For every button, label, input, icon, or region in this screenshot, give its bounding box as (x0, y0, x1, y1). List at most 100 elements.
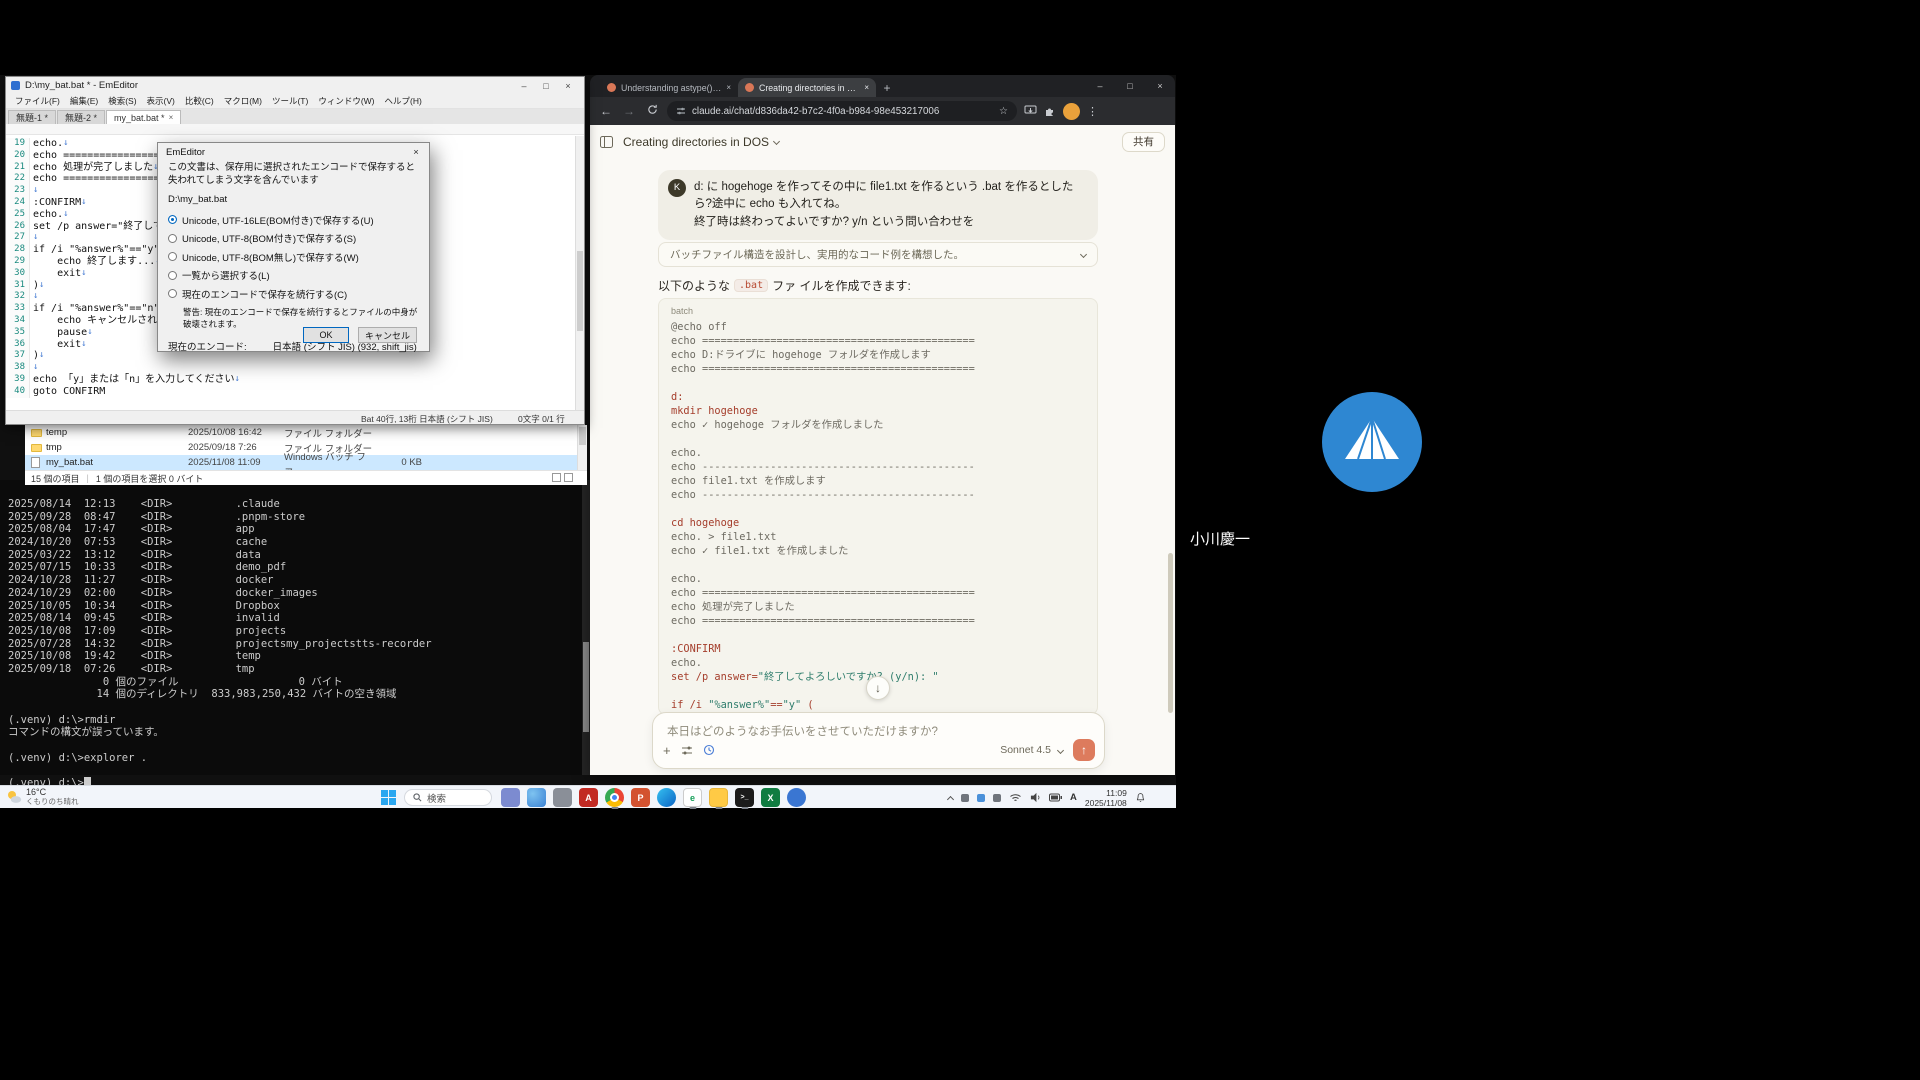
extensions-icon[interactable] (1044, 105, 1056, 117)
ok-button[interactable]: OK (303, 327, 349, 343)
taskbar-app-excel[interactable]: X (760, 786, 781, 809)
close-icon[interactable]: × (557, 81, 579, 91)
thinking-summary[interactable]: バッチファイル構造を設計し、実用的なコード例を構想した。 (658, 242, 1098, 267)
reload-icon[interactable] (644, 104, 660, 118)
chevron-down-icon[interactable] (773, 138, 780, 145)
intro-text: ファ イルを作成できます: (772, 277, 911, 294)
editor-scrollbar-thumb[interactable] (577, 251, 583, 331)
history-clock-icon[interactable] (703, 744, 715, 756)
editor-tab[interactable]: 無題-1 * (8, 110, 56, 124)
speaker-icon[interactable] (1030, 792, 1041, 803)
file-row[interactable]: temp2025/10/08 16:42ファイル フォルダー (25, 425, 587, 440)
profile-avatar[interactable] (1063, 103, 1080, 120)
menu-item[interactable]: 検索(S) (103, 95, 141, 107)
editor-tab[interactable]: 無題-2 * (57, 110, 105, 124)
emeditor-titlebar[interactable]: D:\my_bat.bat * - EmEditor – □ × (6, 77, 584, 94)
search-label: 検索 (427, 791, 446, 805)
encoding-option[interactable]: Unicode, UTF-16LE(BOM付き)で保存する(U) (168, 213, 419, 227)
menu-item[interactable]: 編集(E) (65, 95, 103, 107)
message-composer[interactable]: 本日はどのようなお手伝いをさせていただけますか? + Sonnet 4.5 ↑ (652, 712, 1105, 769)
scroll-to-bottom-button[interactable]: ↓ (866, 676, 890, 700)
site-settings-icon[interactable] (676, 106, 686, 116)
folder-icon (31, 444, 42, 452)
start-button[interactable] (378, 787, 399, 808)
menu-item[interactable]: 比較(C) (180, 95, 219, 107)
menu-item[interactable]: 表示(V) (142, 95, 180, 107)
dialog-titlebar[interactable]: EmEditor × (158, 143, 429, 161)
file-row[interactable]: my_bat.bat2025/11/08 11:09Windows バッチ ファ… (25, 455, 587, 470)
taskbar-app-photos[interactable] (526, 786, 547, 809)
taskbar-app-settings[interactable] (552, 786, 573, 809)
url-text[interactable]: claude.ai/chat/d836da42-b7c2-4f0a-b984-9… (692, 106, 993, 117)
editor-scrollbar[interactable] (575, 136, 584, 410)
install-icon[interactable] (1024, 105, 1037, 117)
encoding-option[interactable]: Unicode, UTF-8(BOM付き)で保存する(S) (168, 231, 419, 245)
address-bar[interactable]: claude.ai/chat/d836da42-b7c2-4f0a-b984-9… (667, 101, 1017, 121)
browser-tab[interactable]: Creating directories in DOS - C...× (738, 78, 876, 97)
tab-close-icon[interactable]: × (726, 83, 731, 92)
minimize-icon[interactable]: – (1085, 81, 1115, 91)
tray-icon[interactable] (961, 794, 969, 802)
code-line: echo 処理が完了しました (671, 600, 1085, 614)
taskbar-app-powerpoint[interactable]: P (630, 786, 651, 809)
browser-menu-icon[interactable]: ⋮ (1087, 105, 1098, 118)
notification-bell-icon[interactable] (1135, 792, 1146, 803)
encoding-option[interactable]: 現在のエンコードで保存を続行する(C) (168, 287, 419, 301)
wifi-icon[interactable] (1009, 792, 1022, 803)
dialog-close-icon[interactable]: × (403, 147, 429, 158)
taskbar-app-task-view[interactable] (500, 786, 521, 809)
composer-placeholder[interactable]: 本日はどのようなお手伝いをさせていただけますか? (653, 713, 1104, 739)
maximize-icon[interactable]: □ (1115, 81, 1145, 91)
editor-tab[interactable]: my_bat.bat *× (106, 110, 181, 124)
menu-item[interactable]: ヘルプ(H) (380, 95, 427, 107)
battery-icon[interactable] (1049, 793, 1062, 802)
close-icon[interactable]: × (1145, 81, 1175, 91)
taskbar-app-chrome[interactable] (604, 786, 625, 809)
menu-item[interactable]: ウィンドウ(W) (313, 95, 379, 107)
model-selector[interactable]: Sonnet 4.5 (1000, 744, 1063, 756)
browser-tab[interactable]: Understanding astype() meth...× (600, 78, 738, 97)
tray-icon[interactable] (993, 794, 1001, 802)
taskbar-app-terminal[interactable]: >_ (734, 786, 755, 809)
conversation-title[interactable]: Creating directories in DOS (623, 135, 769, 149)
taskbar-app-emeditor[interactable]: e (682, 786, 703, 809)
tray-overflow-icon[interactable] (947, 795, 954, 802)
taskbar-app-media[interactable] (786, 786, 807, 809)
minimize-icon[interactable]: – (513, 81, 535, 91)
terminal-window[interactable]: 2025/08/14 12:13 <DIR> .claude2025/09/28… (0, 480, 590, 775)
encoding-option[interactable]: 一覧から選択する(L) (168, 268, 419, 282)
share-button[interactable]: 共有 (1122, 132, 1165, 152)
explorer-scrollbar-thumb[interactable] (579, 427, 586, 445)
back-icon[interactable]: ← (598, 104, 614, 118)
view-details-icon[interactable] (552, 473, 561, 482)
windows-logo-icon (381, 790, 396, 805)
new-tab-button[interactable]: + (876, 78, 898, 97)
menu-item[interactable]: マクロ(M) (219, 95, 267, 107)
taskbar-clock[interactable]: 11:09 2025/11/08 (1085, 788, 1127, 808)
taskbar-app-edge[interactable] (656, 786, 677, 809)
ime-indicator[interactable]: A (1070, 792, 1077, 803)
forward-icon[interactable]: → (621, 104, 637, 118)
sidebar-toggle-icon[interactable] (600, 136, 613, 148)
taskbar-app-acrobat[interactable]: A (578, 786, 599, 809)
taskbar-search[interactable]: 検索 (404, 789, 492, 806)
maximize-icon[interactable]: □ (535, 81, 557, 91)
explorer-scrollbar[interactable] (577, 425, 587, 470)
tab-close-icon[interactable]: × (169, 113, 174, 122)
menu-item[interactable]: ファイル(F) (10, 95, 65, 107)
terminal-scrollbar-thumb[interactable] (583, 642, 589, 732)
weather-widget[interactable]: 16°C くもりのち晴れ (6, 787, 79, 807)
bookmark-star-icon[interactable]: ☆ (999, 106, 1008, 117)
page-scrollbar-thumb[interactable] (1168, 553, 1173, 713)
cancel-button[interactable]: キャンセル (358, 327, 417, 343)
send-button[interactable]: ↑ (1073, 739, 1095, 761)
view-thumbnails-icon[interactable] (564, 473, 573, 482)
tab-close-icon[interactable]: × (864, 83, 869, 92)
tray-icon[interactable] (977, 794, 985, 802)
encoding-option[interactable]: Unicode, UTF-8(BOM無し)で保存する(W) (168, 250, 419, 264)
menu-item[interactable]: ツール(T) (267, 95, 313, 107)
tools-sliders-icon[interactable] (681, 745, 693, 756)
terminal-scrollbar[interactable] (582, 480, 590, 775)
attach-plus-icon[interactable]: + (663, 743, 671, 758)
taskbar-app-explorer[interactable] (708, 786, 729, 809)
